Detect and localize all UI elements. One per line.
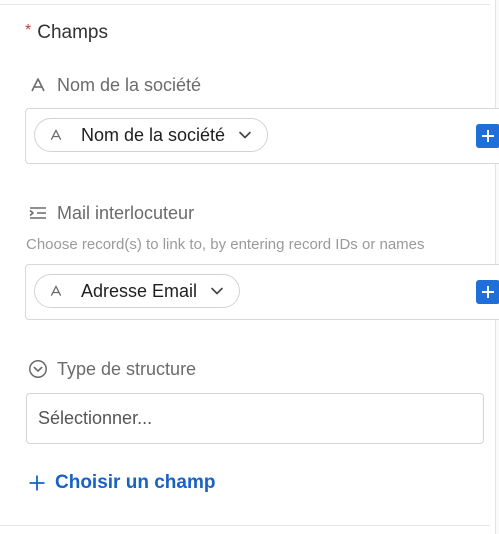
select-circle-chevron-icon	[27, 358, 49, 380]
field-label-mail-interlocuteur: Mail interlocuteur	[27, 202, 194, 224]
record-chip[interactable]: Nom de la société	[34, 118, 269, 152]
structure-type-select[interactable]: Sélectionner...	[26, 393, 484, 444]
field-hint: Choose record(s) to link to, by entering…	[26, 236, 425, 253]
top-divider	[0, 0, 490, 5]
section-title: * Champs	[25, 22, 108, 44]
field-label-text: Nom de la société	[57, 74, 202, 95]
add-record-button[interactable]	[476, 124, 499, 148]
field-label-text: Mail interlocuteur	[57, 202, 195, 223]
chevron-down-icon[interactable]	[209, 283, 225, 299]
field-input-mail-interlocuteur[interactable]: Adresse Email	[25, 264, 499, 320]
chip-label: Nom de la société	[81, 124, 226, 145]
text-a-icon	[47, 126, 65, 144]
plus-icon	[482, 286, 494, 298]
chevron-down-icon[interactable]	[237, 127, 253, 143]
bottom-divider	[0, 525, 490, 526]
fields-panel: * Champs Nom de la société Nom de la soc…	[0, 0, 499, 534]
field-label-nom-societe: Nom de la société	[27, 74, 201, 96]
link-record-icon	[27, 202, 49, 224]
plus-icon	[482, 130, 494, 142]
field-label-text: Type de structure	[57, 358, 197, 379]
plus-icon	[27, 473, 47, 493]
add-record-button[interactable]	[476, 280, 499, 304]
chip-label: Adresse Email	[81, 280, 198, 301]
text-a-icon	[47, 282, 65, 300]
section-title-text: Champs	[37, 22, 108, 43]
field-label-type-structure: Type de structure	[27, 358, 196, 380]
record-chip[interactable]: Adresse Email	[34, 274, 241, 308]
select-placeholder: Sélectionner...	[38, 408, 153, 428]
field-input-nom-societe[interactable]: Nom de la société	[25, 108, 499, 164]
choose-field-label: Choisir un champ	[55, 472, 216, 493]
required-marker: *	[25, 22, 32, 39]
choose-field-button[interactable]: Choisir un champ	[27, 472, 215, 494]
text-a-icon	[27, 74, 49, 96]
